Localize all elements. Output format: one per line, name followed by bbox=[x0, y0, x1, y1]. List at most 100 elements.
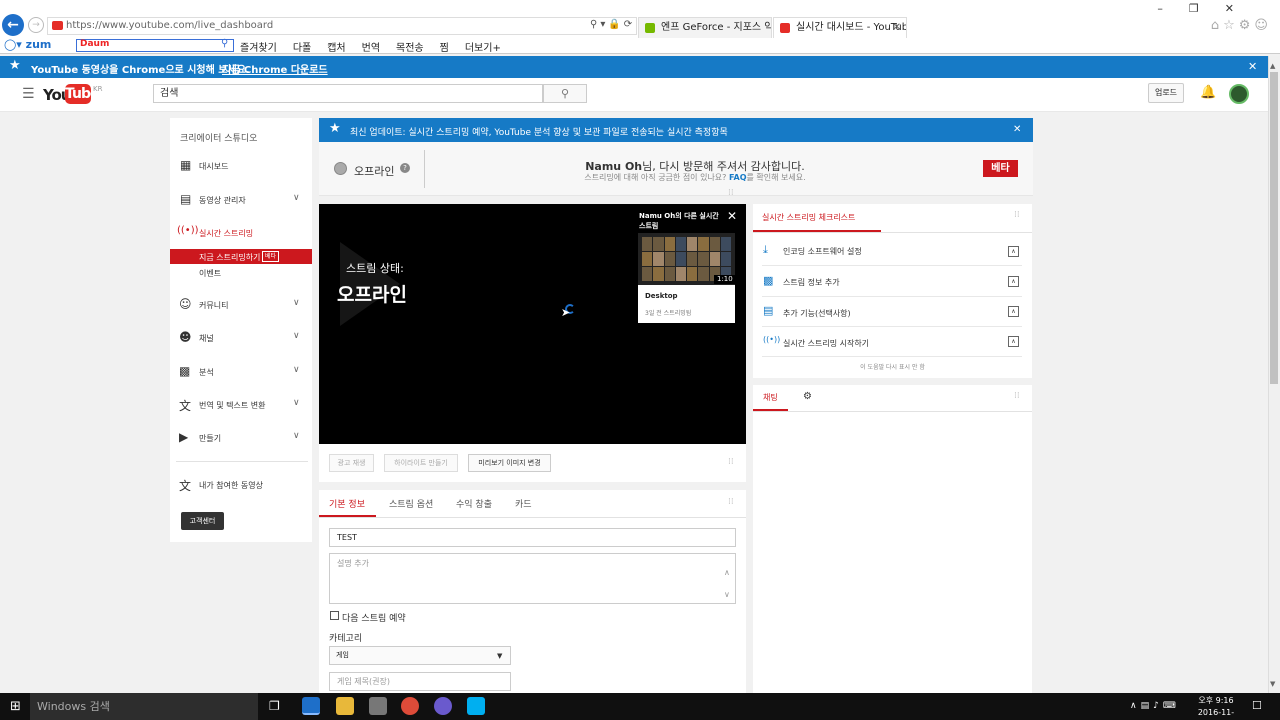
tab-stream-options[interactable]: 스트림 옵션 bbox=[389, 497, 433, 510]
sidebar-item-video-manager[interactable]: 동영상 관리자 bbox=[199, 195, 246, 206]
close-icon[interactable]: ✕ bbox=[1013, 124, 1021, 135]
tab-monetization[interactable]: 수익 창출 bbox=[456, 497, 492, 510]
schedule-label[interactable]: 다음 스트림 예약 bbox=[342, 611, 406, 624]
schedule-checkbox[interactable] bbox=[330, 611, 339, 620]
beta-badge: 베타 bbox=[983, 160, 1018, 177]
faq-link[interactable]: FAQ bbox=[729, 173, 747, 182]
file-explorer-icon[interactable] bbox=[336, 697, 354, 715]
upload-button[interactable]: 업로드 bbox=[1148, 83, 1184, 103]
checklist-item-extras[interactable]: 추가 기능(선택사항) bbox=[783, 308, 851, 319]
toolbar-more[interactable]: 더보기+ bbox=[465, 39, 501, 54]
address-url[interactable]: https://www.youtube.com/live_dashboard bbox=[66, 20, 273, 31]
search-button[interactable]: ⚲ bbox=[543, 84, 587, 103]
close-tab-icon[interactable]: ✕ bbox=[893, 18, 901, 38]
sidebar-item-analytics[interactable]: 분석 bbox=[199, 367, 214, 378]
sidebar-item-community[interactable]: 커뮤니티 bbox=[199, 300, 228, 311]
search-icon[interactable]: ⚲ bbox=[221, 38, 228, 49]
toolbar-capture[interactable]: 캡처 bbox=[327, 39, 345, 54]
sidebar-item-contributions[interactable]: 내가 참여한 동영상 bbox=[199, 480, 263, 491]
chevron-down-icon[interactable]: ∨ bbox=[293, 365, 300, 375]
youtube-logo-tube[interactable]: Tube bbox=[65, 84, 100, 104]
back-button[interactable]: ← bbox=[2, 14, 24, 36]
game-title-input[interactable]: 게임 제목(권장) bbox=[329, 672, 511, 691]
task-view-icon[interactable]: ❐ bbox=[269, 699, 280, 713]
chevron-down-icon[interactable]: ∨ bbox=[293, 298, 300, 308]
scroll-down-icon[interactable]: ▼ bbox=[1270, 680, 1275, 688]
zum-logo[interactable]: ◯▾ zum bbox=[4, 38, 51, 51]
toolbar-send[interactable]: 목전송 bbox=[396, 39, 424, 54]
textarea-scroll-icon[interactable]: ∧ ∨ bbox=[724, 562, 730, 606]
app-icon[interactable] bbox=[434, 697, 452, 715]
help-center-button[interactable]: 고객센터 bbox=[181, 512, 224, 530]
change-thumbnail-button[interactable]: 미리보기 이미지 변경 bbox=[468, 454, 551, 472]
system-tray-icons[interactable]: ∧▤♪⌨ bbox=[1130, 701, 1180, 711]
sidebar-item-translation[interactable]: 번역 및 텍스트 변환 bbox=[199, 400, 266, 411]
search-input[interactable]: 검색 bbox=[153, 84, 543, 103]
help-icon[interactable]: ? bbox=[400, 163, 410, 173]
category-select[interactable]: 게임 bbox=[329, 646, 511, 665]
browser-tab-geforce[interactable]: 엔프 GeForce - 지포스 익스피... bbox=[638, 17, 772, 38]
update-notice-text[interactable]: 최신 업데이트: 실시간 스트리밍 예약, YouTube 분석 향상 및 보관… bbox=[350, 125, 728, 138]
windows-start-icon[interactable]: ⊞ bbox=[10, 699, 21, 714]
expand-icon[interactable]: ∧ bbox=[1008, 306, 1019, 317]
toolbar-dafol[interactable]: 다폴 bbox=[293, 39, 311, 54]
tab-basic-info[interactable]: 기본 정보 bbox=[329, 497, 365, 510]
dropdown-arrow-icon[interactable]: ▼ bbox=[497, 652, 502, 660]
nvidia-favicon-icon bbox=[645, 23, 655, 33]
chevron-down-icon[interactable]: ∨ bbox=[293, 193, 300, 203]
tab-cards[interactable]: 카드 bbox=[515, 497, 532, 510]
checklist-item-stream-info[interactable]: 스트림 정보 추가 bbox=[783, 277, 840, 288]
browser-tab-youtube[interactable]: 실시간 대시보드 - YouTube ✕ bbox=[773, 17, 907, 38]
scroll-up-icon[interactable]: ▲ bbox=[1270, 62, 1275, 70]
skype-icon[interactable] bbox=[467, 697, 485, 715]
gear-icon[interactable]: ⚙ bbox=[803, 391, 812, 402]
app-icon[interactable] bbox=[369, 697, 387, 715]
ie-tools-icon[interactable]: ⌂☆⚙☺ bbox=[1211, 18, 1272, 33]
create-highlight-button[interactable]: 하이라이트 만들기 bbox=[384, 454, 458, 472]
chrome-download-link[interactable]: 지금 Chrome 다운로드 bbox=[222, 61, 328, 76]
checklist-item-go-live[interactable]: 실시간 스트리밍 시작하기 bbox=[783, 338, 869, 349]
sidebar-item-channel[interactable]: 채널 bbox=[199, 333, 214, 344]
avatar[interactable] bbox=[1229, 84, 1249, 104]
sidebar-item-dashboard[interactable]: 대시보드 bbox=[199, 161, 228, 172]
checklist-item-encoder[interactable]: 인코딩 소프트웨어 설정 bbox=[783, 246, 862, 257]
bell-icon[interactable]: 🔔 bbox=[1200, 85, 1216, 100]
expand-icon[interactable]: ∧ bbox=[1008, 246, 1019, 257]
toolbar-zzim[interactable]: 찜 bbox=[440, 39, 449, 54]
toolbar-translate[interactable]: 번역 bbox=[362, 39, 380, 54]
forward-button[interactable]: → bbox=[28, 17, 44, 33]
drag-handle-icon[interactable]: ⁞⁞ bbox=[1014, 391, 1020, 401]
play-ad-button[interactable]: 광고 재생 bbox=[329, 454, 374, 472]
sidebar-item-create[interactable]: 만들기 bbox=[199, 433, 221, 444]
other-stream-card[interactable] bbox=[638, 285, 735, 323]
dismiss-tips-link[interactable]: 이 도움말 다시 표시 안 함 bbox=[753, 362, 1032, 371]
drag-handle-icon[interactable]: ⁞⁞ bbox=[728, 188, 734, 198]
expand-icon[interactable]: ∧ bbox=[1008, 276, 1019, 287]
menu-icon[interactable]: ☰ bbox=[22, 86, 35, 102]
other-stream-name[interactable]: Desktop bbox=[645, 292, 678, 300]
window-controls[interactable]: –❐✕ bbox=[1157, 2, 1260, 15]
close-icon[interactable]: ✕ bbox=[1248, 60, 1257, 73]
internet-explorer-icon[interactable] bbox=[302, 697, 320, 715]
chrome-icon[interactable] bbox=[401, 697, 419, 715]
drag-handle-icon[interactable]: ⁞⁞ bbox=[728, 497, 734, 507]
description-input[interactable]: 설명 추가 bbox=[329, 553, 736, 604]
drag-handle-icon[interactable]: ⁞⁞ bbox=[1014, 210, 1020, 220]
toolbar-favorites[interactable]: 즐겨찾기 bbox=[240, 39, 277, 54]
chevron-down-icon[interactable]: ∨ bbox=[293, 398, 300, 408]
scroll-thumb[interactable] bbox=[1270, 72, 1278, 384]
stream-title-input[interactable]: TEST bbox=[329, 528, 736, 547]
windows-search-input[interactable]: Windows 검색 bbox=[30, 693, 258, 720]
tab-chat[interactable]: 채팅 bbox=[763, 392, 778, 403]
chevron-down-icon[interactable]: ∨ bbox=[293, 431, 300, 441]
drag-handle-icon[interactable]: ⁞⁞ bbox=[728, 457, 734, 467]
notification-icon[interactable]: ☐ bbox=[1252, 699, 1262, 712]
expand-icon[interactable]: ∧ bbox=[1008, 336, 1019, 347]
sidebar-item-live-streaming[interactable]: 실시간 스트리밍 bbox=[199, 228, 253, 239]
checklist-title[interactable]: 실시간 스트리밍 체크리스트 bbox=[762, 212, 855, 223]
chevron-down-icon[interactable]: ∨ bbox=[293, 331, 300, 341]
taskbar-clock[interactable]: 오후 9:16 2016-11-01 bbox=[1193, 695, 1239, 720]
address-tools-icon[interactable]: ⚲▾🔒⟳ bbox=[590, 19, 635, 30]
sidebar-item-events[interactable]: 이벤트 bbox=[199, 268, 221, 279]
close-icon[interactable]: ✕ bbox=[727, 209, 737, 223]
